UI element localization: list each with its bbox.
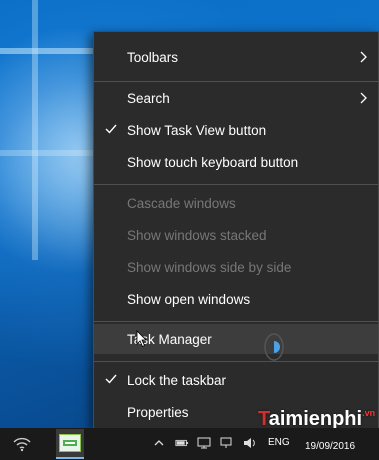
menu-separator: [94, 321, 378, 322]
watermark-prefix: T: [258, 408, 269, 430]
clock-date[interactable]: 19/09/2016: [305, 441, 355, 452]
menu-item-show-open-windows[interactable]: Show open windows: [94, 284, 378, 314]
menu-item-search[interactable]: Search: [94, 83, 378, 113]
thumbnail-app-icon: [59, 434, 81, 452]
menu-item-label: Properties: [127, 404, 189, 420]
menu-item-label: Show Task View button: [127, 122, 267, 138]
busy-spinner-icon: [264, 333, 284, 361]
menu-item-label: Search: [127, 90, 170, 106]
wifi-icon[interactable]: [8, 432, 36, 456]
battery-icon-glyph: [175, 439, 189, 447]
wifi-icon-glyph: [13, 437, 31, 452]
chevron-right-icon: [360, 51, 367, 63]
menu-item-lock-the-taskbar[interactable]: Lock the taskbar: [94, 365, 378, 395]
chevron-up-icon-glyph: [154, 440, 164, 446]
menu-item-label: Toolbars: [127, 49, 179, 65]
watermark-suffix: .vn: [362, 408, 376, 418]
menu-item-cascade-windows[interactable]: Cascade windows: [94, 188, 378, 218]
menu-separator: [94, 184, 378, 185]
network-icon[interactable]: [197, 436, 211, 450]
menu-item-show-task-view-button[interactable]: Show Task View button: [94, 115, 378, 145]
menu-item-label: Show windows side by side: [127, 259, 292, 275]
pinned-app-button[interactable]: [56, 429, 84, 459]
taskbar: ENG 19/09/2016: [0, 428, 379, 460]
menu-item-label: Lock the taskbar: [127, 372, 227, 388]
watermark-brand: aimienphi: [268, 408, 363, 430]
menu-item-label: Show open windows: [127, 291, 251, 307]
menu-item-show-windows-stacked[interactable]: Show windows stacked: [94, 220, 378, 250]
chevron-up-icon[interactable]: [152, 436, 166, 450]
menu-item-label: Cascade windows: [127, 195, 236, 211]
monitor-icon-glyph: [220, 437, 232, 448]
menu-item-show-windows-side-by-side[interactable]: Show windows side by side: [94, 252, 378, 282]
network-icon-glyph: [197, 437, 211, 449]
menu-item-label: Show touch keyboard button: [127, 154, 299, 170]
menu-item-label: Show windows stacked: [127, 227, 267, 243]
battery-icon[interactable]: [175, 436, 189, 450]
app-thumbnail-graphic: [63, 440, 77, 446]
menu-separator: [94, 81, 378, 82]
volume-icon-glyph: [244, 438, 255, 448]
monitor-icon[interactable]: [219, 436, 233, 450]
volume-icon[interactable]: [243, 436, 257, 450]
menu-separator: [94, 361, 378, 362]
menu-item-toolbars[interactable]: Toolbars: [94, 42, 378, 72]
checkmark-icon: [105, 374, 117, 384]
taskbar-context-menu: Toolbars Search Show Task View button Sh…: [93, 31, 379, 429]
chevron-right-icon: [360, 92, 367, 104]
mouse-pointer-icon: [136, 330, 147, 348]
language-indicator[interactable]: ENG: [268, 437, 290, 448]
menu-item-show-touch-keyboard-button[interactable]: Show touch keyboard button: [94, 147, 378, 177]
checkmark-icon: [105, 124, 117, 134]
